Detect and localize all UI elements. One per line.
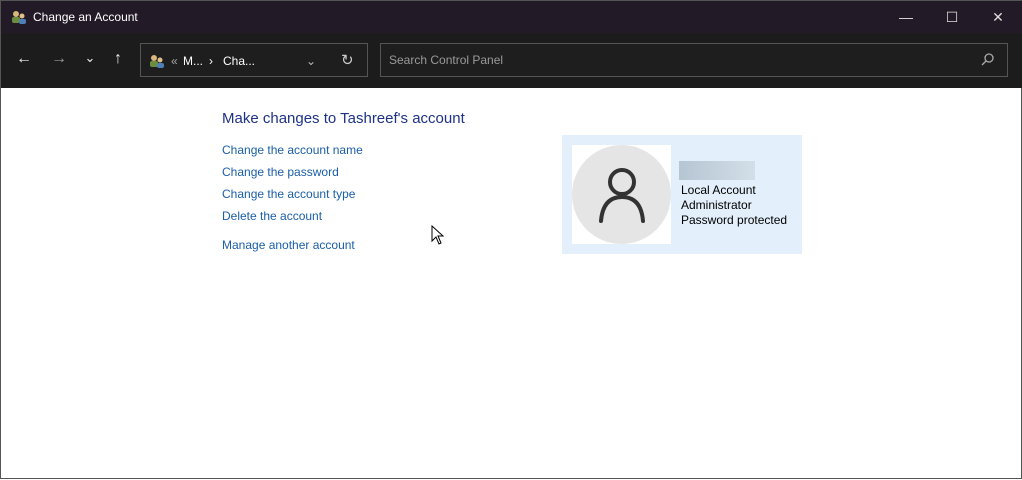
users-icon: [12, 11, 26, 24]
change-password-link[interactable]: Change the password: [222, 165, 339, 179]
users-icon: [150, 55, 164, 68]
breadcrumb-item[interactable]: Cha...: [223, 54, 255, 68]
refresh-button[interactable]: ↻: [341, 51, 354, 69]
change-account-name-link[interactable]: Change the account name: [222, 143, 363, 157]
toolbar: ← → ⌄ ↑ « M... › Cha... ⌄ ↻ Search Contr…: [1, 33, 1022, 88]
account-status: Password protected: [681, 213, 788, 227]
recent-locations-button[interactable]: ⌄: [79, 50, 101, 66]
window-title: Change an Account: [33, 10, 138, 24]
manage-another-account-link[interactable]: Manage another account: [222, 238, 355, 252]
change-account-type-link[interactable]: Change the account type: [222, 187, 355, 201]
page-title: Make changes to Tashreef's account: [222, 110, 465, 127]
forward-button[interactable]: →: [48, 50, 70, 68]
maximize-button[interactable]: ☐: [929, 1, 975, 33]
avatar: [572, 145, 671, 244]
account-type: Local Account: [681, 183, 756, 197]
account-card: Local Account Administrator Password pro…: [562, 135, 802, 254]
breadcrumb-separator[interactable]: ›: [209, 54, 213, 68]
search-input[interactable]: Search Control Panel: [380, 43, 1008, 77]
account-name-redacted: [679, 161, 755, 180]
user-icon: [599, 168, 645, 223]
mouse-cursor-icon: [431, 225, 444, 245]
address-dropdown-button[interactable]: ⌄: [306, 54, 316, 68]
account-role: Administrator: [681, 198, 752, 212]
up-button[interactable]: ↑: [107, 50, 129, 68]
minimize-button[interactable]: —: [883, 1, 929, 33]
close-button[interactable]: ✕: [975, 1, 1021, 33]
address-bar[interactable]: « M... › Cha... ⌄ ↻: [140, 43, 368, 77]
back-button[interactable]: ←: [13, 50, 35, 68]
breadcrumb-item[interactable]: M...: [183, 54, 203, 68]
title-bar: Change an Account — ☐ ✕: [1, 1, 1022, 33]
search-icon[interactable]: [981, 52, 995, 66]
breadcrumb-overflow[interactable]: «: [171, 54, 178, 68]
delete-account-link[interactable]: Delete the account: [222, 209, 322, 223]
main-content: Make changes to Tashreef's account Chang…: [1, 88, 1022, 480]
search-placeholder: Search Control Panel: [389, 53, 504, 67]
